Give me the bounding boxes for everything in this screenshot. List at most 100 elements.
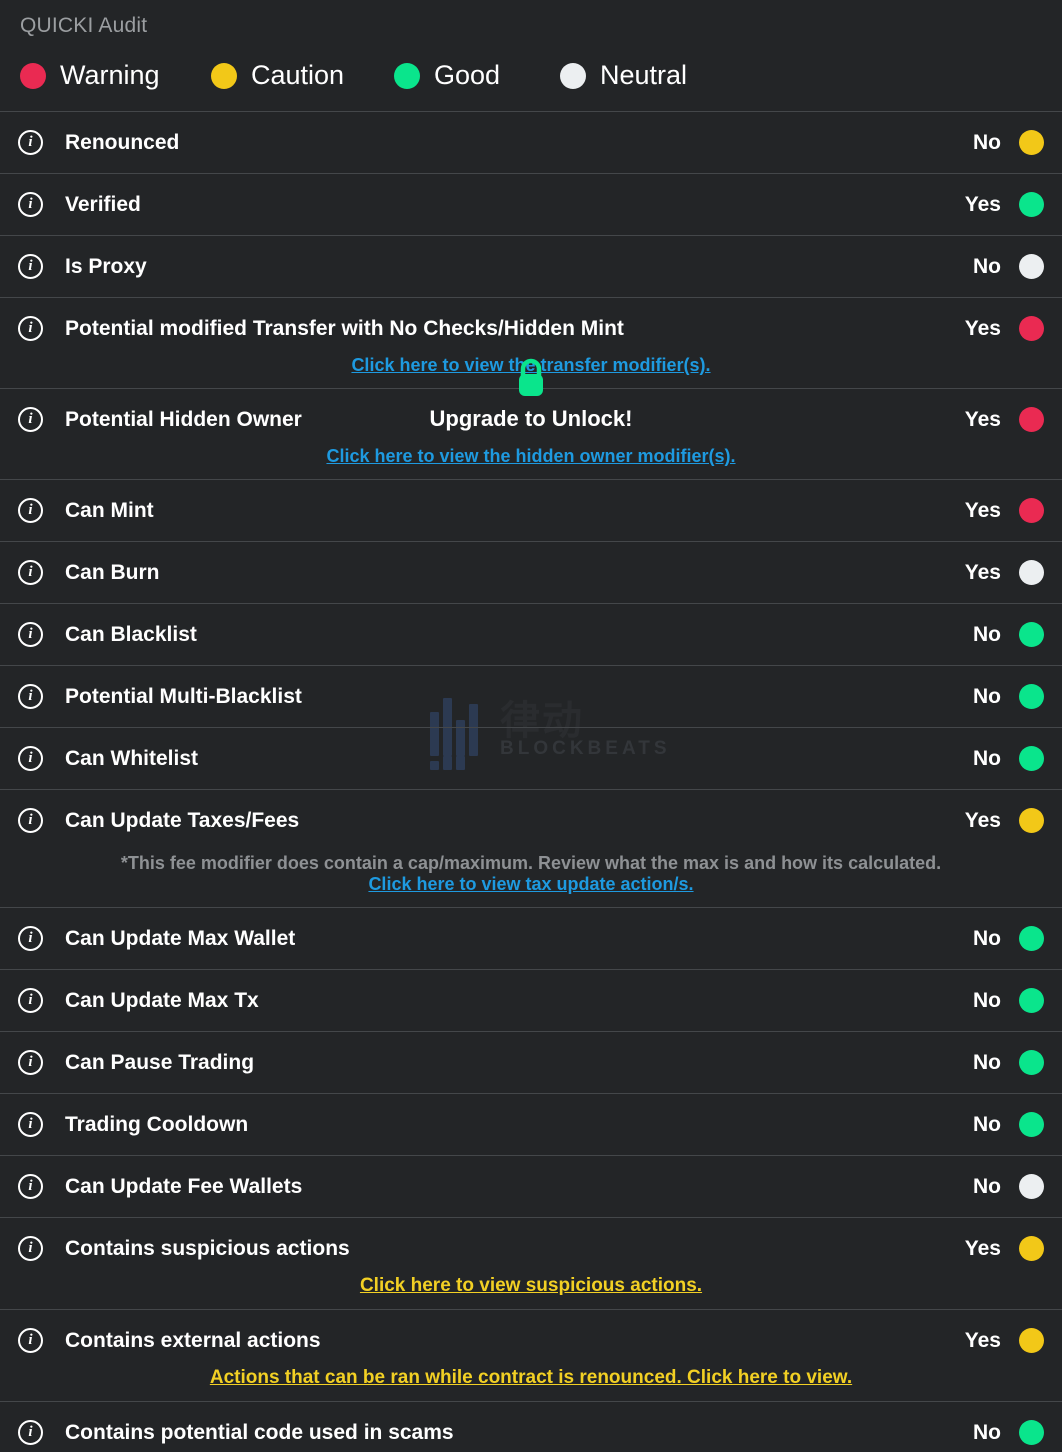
info-icon[interactable]: i (18, 254, 43, 279)
row-sub-link[interactable]: Click here to view suspicious actions. (360, 1275, 702, 1297)
row-label: Is Proxy (65, 254, 147, 278)
row-main: i Can Update Taxes/Fees Yes (18, 790, 1044, 851)
status-dot-warning (1019, 498, 1044, 523)
row-sub-link-container: Click here to view the transfer modifier… (18, 355, 1044, 388)
info-icon[interactable]: i (18, 684, 43, 709)
table-row: i Is Proxy No (0, 236, 1062, 298)
neutral-dot-icon (560, 62, 586, 89)
row-main: i Can Update Max Tx No (18, 970, 1044, 1031)
row-sub-link[interactable]: Click here to view the transfer modifier… (351, 355, 710, 376)
status-dot-neutral (1019, 560, 1044, 585)
row-value: Yes (964, 316, 1001, 340)
row-value: No (973, 622, 1001, 646)
good-dot-icon (394, 62, 420, 89)
row-main: i Is Proxy No (18, 236, 1044, 297)
row-label: Can Update Taxes/Fees (65, 808, 300, 832)
info-icon[interactable]: i (18, 1328, 43, 1353)
status-dot-good (1019, 684, 1044, 709)
row-value: Yes (964, 808, 1001, 832)
table-row: i Can Pause Trading No (0, 1032, 1062, 1094)
row-label: Can Update Fee Wallets (65, 1174, 303, 1198)
row-label: Can Update Max Tx (65, 988, 259, 1012)
status-dot-good (1019, 1420, 1044, 1445)
row-value: Yes (964, 1236, 1001, 1260)
table-row: i Can Burn Yes (0, 542, 1062, 604)
info-icon[interactable]: i (18, 192, 43, 217)
table-row: i Renounced No (0, 111, 1062, 174)
info-icon[interactable]: i (18, 808, 43, 833)
row-sub-link[interactable]: Click here to view the hidden owner modi… (326, 446, 735, 467)
row-value: No (973, 130, 1001, 154)
legend-item-good: Good (394, 60, 560, 91)
info-icon[interactable]: i (18, 560, 43, 585)
legend-label-caution: Caution (251, 60, 345, 90)
info-icon[interactable]: i (18, 130, 43, 155)
row-main: i Potential modified Transfer with No Che… (18, 298, 1044, 359)
status-dot-caution (1019, 808, 1044, 833)
row-main: i Renounced No (18, 112, 1044, 173)
status-dot-warning (1019, 316, 1044, 341)
row-label: Contains suspicious actions (65, 1236, 350, 1260)
row-main: i Contains potential code used in scams No (18, 1402, 1044, 1452)
row-main: i Potential Hidden Owner Yes (18, 389, 1044, 450)
row-main: i Can Pause Trading No (18, 1032, 1044, 1093)
warning-dot-icon (20, 62, 46, 89)
row-value: No (973, 988, 1001, 1012)
row-label: Potential Multi-Blacklist (65, 684, 302, 708)
row-label: Can Update Max Wallet (65, 926, 296, 950)
info-icon[interactable]: i (18, 988, 43, 1013)
info-icon[interactable]: i (18, 316, 43, 341)
info-icon[interactable]: i (18, 498, 43, 523)
info-icon[interactable]: i (18, 1236, 43, 1261)
info-icon[interactable]: i (18, 746, 43, 771)
row-value: Yes (964, 192, 1001, 216)
row-main: i Potential Multi-Blacklist No (18, 666, 1044, 727)
legend-label-neutral: Neutral (600, 60, 688, 90)
row-main: i Trading Cooldown No (18, 1094, 1044, 1155)
info-icon[interactable]: i (18, 926, 43, 951)
table-row: i Contains external actions Yes Actions tha… (0, 1310, 1062, 1402)
table-row: i Can Blacklist No (0, 604, 1062, 666)
row-value: No (973, 1420, 1001, 1444)
row-main: i Can Update Fee Wallets No (18, 1156, 1044, 1217)
table-row: i Contains potential code used in scams No (0, 1402, 1062, 1452)
status-dot-good (1019, 1112, 1044, 1137)
table-row: i Can Update Fee Wallets No (0, 1156, 1062, 1218)
row-sub-link-container: Click here to view tax update action/s. (18, 874, 1044, 907)
legend-item-caution: Caution (211, 60, 394, 91)
table-row: i Potential Hidden Owner Yes Click here to … (0, 389, 1062, 480)
status-legend: Warning Caution Good Neutral (0, 38, 1062, 111)
row-label: Renounced (65, 130, 180, 154)
table-row: i Can Whitelist No (0, 728, 1062, 790)
row-main: i Verified Yes (18, 174, 1044, 235)
row-value: Yes (964, 407, 1001, 431)
status-dot-good (1019, 988, 1044, 1013)
row-value: No (973, 926, 1001, 950)
page-title: QUICKI Audit (20, 14, 148, 37)
row-main: i Contains external actions Yes (18, 1310, 1044, 1371)
row-main: i Can Blacklist No (18, 604, 1044, 665)
audit-panel: 律动 BLOCKBEATS QUICKI Audit Warning Cauti… (0, 0, 1062, 1452)
info-icon[interactable]: i (18, 407, 43, 432)
row-sub-link[interactable]: Actions that can be ran while contract i… (210, 1367, 852, 1389)
info-icon[interactable]: i (18, 1050, 43, 1075)
legend-label-good: Good (434, 60, 501, 90)
row-sub-link[interactable]: Click here to view tax update action/s. (368, 874, 693, 895)
table-row: i Potential modified Transfer with No Che… (0, 298, 1062, 389)
info-icon[interactable]: i (18, 1420, 43, 1445)
caution-dot-icon (211, 62, 237, 89)
row-value: No (973, 1050, 1001, 1074)
row-label: Potential Hidden Owner (65, 407, 302, 431)
row-value: Yes (964, 1328, 1001, 1352)
info-icon[interactable]: i (18, 1112, 43, 1137)
status-dot-neutral (1019, 1174, 1044, 1199)
row-label: Can Whitelist (65, 746, 199, 770)
info-icon[interactable]: i (18, 1174, 43, 1199)
row-main: i Can Burn Yes (18, 542, 1044, 603)
row-label: Contains potential code used in scams (65, 1420, 454, 1444)
status-dot-good (1019, 926, 1044, 951)
status-dot-good (1019, 622, 1044, 647)
info-icon[interactable]: i (18, 622, 43, 647)
status-dot-good (1019, 1050, 1044, 1075)
row-value: Yes (964, 498, 1001, 522)
